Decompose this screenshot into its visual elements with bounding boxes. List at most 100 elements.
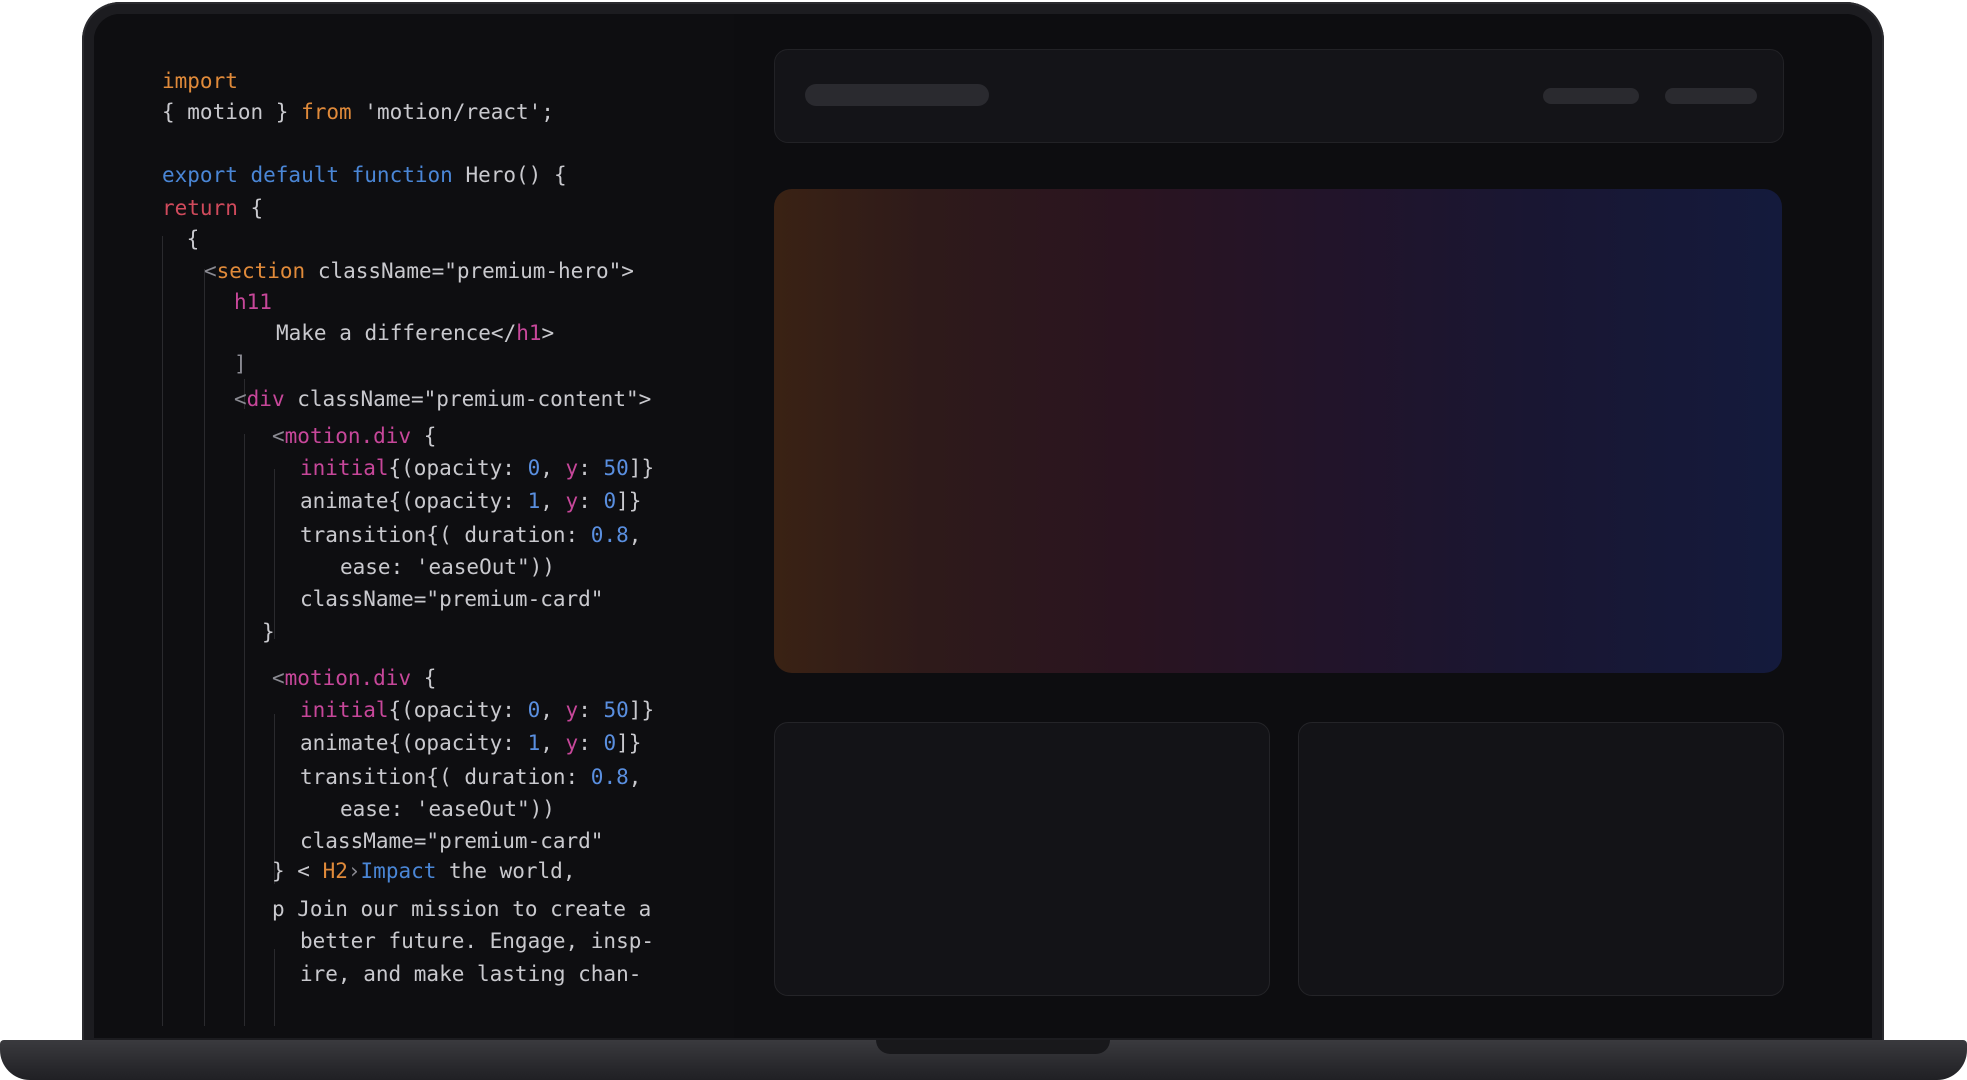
code-token: Make a difference</ (276, 321, 517, 345)
code-token: : (578, 731, 604, 755)
code-token: ] (234, 352, 247, 376)
code-line: <motion.div { (272, 424, 436, 448)
code-line: initial{(opacity: 0, y: 50]} (300, 698, 654, 722)
code-token: 0 (603, 731, 617, 755)
code-token: 50 (603, 456, 629, 480)
code-token: ]} (628, 456, 655, 480)
code-token: < (234, 387, 247, 411)
code-token: › (347, 859, 361, 883)
code-line: h11 (234, 290, 272, 314)
code-token: 0 (527, 698, 541, 722)
nav-link-placeholder (1543, 88, 1639, 104)
code-token: div (246, 387, 285, 411)
code-token: className="premium-hero"> (305, 259, 634, 283)
code-token: { (411, 666, 437, 690)
code-token: motion.div (284, 666, 412, 690)
code-token: p Join our mission to create a (272, 897, 652, 921)
code-token: 0.8 (590, 765, 629, 789)
code-line: transition{( duration: 0.8, (300, 523, 641, 547)
code-line: animate{(opacity: 1, y: 0]} (300, 731, 641, 755)
code-token: import (162, 69, 238, 93)
code-token: ease: 'easeOut")) (340, 797, 555, 821)
code-line: export default function Hero() { (162, 163, 567, 187)
code-token: h1 (516, 321, 542, 345)
code-token: 1 (527, 731, 541, 755)
code-token: 50 (603, 698, 629, 722)
code-line: className="premium-card" (300, 587, 603, 611)
code-token: ]} (628, 698, 655, 722)
hero-gradient-card (774, 189, 1782, 673)
code-token: , (540, 731, 566, 755)
code-editor-pane: import { motion } from 'motion/react'; exp… (94, 14, 735, 1038)
indent-guide (274, 949, 275, 1026)
code-token: transition{( duration: (300, 523, 591, 547)
code-token: } (262, 620, 275, 644)
code-line: ease: 'easeOut")) (340, 555, 555, 579)
code-token: y (565, 489, 579, 513)
code-line: <section className="premium-hero"> (204, 259, 634, 283)
code-token: , (540, 698, 566, 722)
code-token: {(opacity: (388, 456, 528, 480)
nav-link-placeholder (1665, 88, 1757, 104)
code-token: y (565, 731, 579, 755)
code-line: better future. Engage, insp- (300, 929, 654, 953)
code-token: , (540, 456, 566, 480)
code-line: import (162, 69, 238, 93)
code-line: initial{(opacity: 0, y: 50]} (300, 456, 654, 480)
code-token: { (174, 227, 200, 251)
code-token: animate{(opacity: (300, 731, 528, 755)
indent-guide (244, 434, 245, 1026)
laptop-screen: import { motion } from 'motion/react'; exp… (94, 14, 1872, 1038)
code-token: transition{( duration: (300, 765, 591, 789)
code-token: export default function (162, 163, 453, 187)
code-line: p Join our mission to create a (272, 897, 651, 921)
code-line: <motion.div { (272, 666, 436, 690)
code-token: return (162, 196, 238, 220)
code-line: transition{( duration: 0.8, (300, 765, 641, 789)
code-token: : (578, 698, 604, 722)
code-token: 0 (603, 489, 617, 513)
code-line: animate{(opacity: 1, y: 0]} (300, 489, 641, 513)
code-line: ire, and make lasting chan- (300, 962, 641, 986)
code-line: } (262, 620, 275, 644)
code-line: { (174, 227, 200, 251)
code-token: className="premium-content"> (284, 387, 652, 411)
code-line: ] (234, 352, 247, 376)
code-token: className="premium-card" (300, 587, 604, 611)
code-token: < (272, 424, 285, 448)
laptop-mockup: import { motion } from 'motion/react'; exp… (0, 0, 1967, 1080)
content-card-right (1298, 722, 1784, 996)
code-line: return { (162, 196, 263, 220)
preview-nav-bar (774, 49, 1784, 143)
code-token: section (216, 259, 306, 283)
code-token: ire, and make lasting chan- (300, 962, 642, 986)
code-token: 1 (527, 489, 541, 513)
code-token: classMame="premium-card" (300, 829, 604, 853)
code-line: <div className="premium-content"> (234, 387, 651, 411)
indent-guide (162, 236, 163, 1026)
code-token: 0.8 (590, 523, 629, 547)
code-token: 0 (527, 456, 541, 480)
code-token: { (411, 424, 437, 448)
preview-pane (734, 14, 1872, 1038)
code-token: initial (300, 456, 389, 480)
code-token: { (237, 196, 264, 220)
code-token: ]} (616, 489, 642, 513)
code-line: ease: 'easeOut")) (340, 797, 555, 821)
code-token: , (628, 765, 642, 789)
code-token: Hero() { (452, 163, 567, 187)
indent-guide (204, 269, 205, 1026)
code-token: y (565, 456, 579, 480)
code-line: } < H2›Impact the world, (272, 859, 575, 883)
code-token: < (272, 666, 285, 690)
code-token: y (565, 698, 579, 722)
indent-guide (274, 469, 275, 639)
laptop-notch (876, 1040, 1110, 1054)
code-token: better future. Engage, insp- (300, 929, 655, 953)
code-token: : (578, 456, 604, 480)
content-card-left (774, 722, 1270, 996)
code-token: 'motion/react'; (351, 100, 554, 124)
code-line: Make a difference</h1> (276, 321, 554, 345)
code-token: animate{(opacity: (300, 489, 528, 513)
code-token: , (540, 489, 566, 513)
